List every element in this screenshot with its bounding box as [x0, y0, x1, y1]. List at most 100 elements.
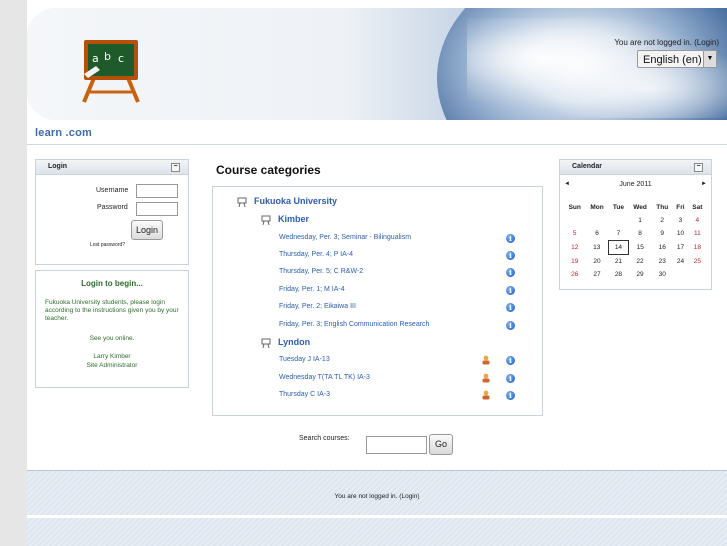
course-link[interactable]: Friday, Per. 1; M IA-4 — [279, 286, 345, 293]
calendar-day[interactable]: 26 — [564, 268, 585, 281]
info-icon[interactable]: i — [506, 234, 515, 243]
course-link[interactable]: Wednesday T(TA TL TK) IA-3 — [279, 374, 370, 381]
calendar-day — [564, 214, 585, 227]
calendar-day[interactable]: 25 — [688, 255, 706, 269]
collapse-icon[interactable]: − — [694, 163, 703, 172]
calendar-day[interactable]: 22 — [628, 255, 651, 269]
calendar-week: 5 6 7 8 9 10 11 — [564, 227, 707, 241]
info-icon[interactable]: i — [506, 374, 515, 383]
welcome-title: Login to begin... — [81, 279, 143, 288]
course-link[interactable]: Thursday, Per. 4; P IA-4 — [279, 251, 353, 258]
footer-login-link[interactable]: (Login) — [399, 493, 419, 500]
calendar-title: Calendar — [572, 163, 602, 170]
calendar-day — [585, 214, 608, 227]
calendar-day[interactable]: 3 — [673, 214, 689, 227]
calendar-day[interactable]: 19 — [564, 255, 585, 269]
calendar-day — [609, 214, 629, 227]
calendar-week: 1234 — [564, 214, 707, 227]
language-value: English (en) — [643, 54, 702, 66]
calendar-week: 26 27 28 29 30 — [564, 268, 707, 281]
calendar-week: 19 20 21 22 23 24 25 — [564, 255, 707, 269]
collapse-icon[interactable]: − — [171, 163, 180, 172]
calendar-day[interactable]: 18 — [688, 241, 706, 255]
calendar-day[interactable]: 30 — [652, 268, 673, 281]
calendar-month: June 2011 — [619, 181, 652, 188]
calendar-day-header: Sun — [568, 203, 581, 211]
course-link[interactable]: Tuesday J IA-13 — [279, 356, 330, 363]
calendar-day[interactable]: 12 — [564, 241, 585, 255]
chevron-down-icon: ▼ — [703, 51, 716, 67]
svg-text:a: a — [92, 52, 99, 65]
calendar-day[interactable]: 28 — [609, 268, 629, 281]
category-icon — [261, 215, 271, 225]
calendar-day[interactable]: 6 — [585, 227, 608, 241]
password-input[interactable] — [136, 202, 178, 216]
language-select[interactable]: English (en) ▼ — [637, 50, 717, 68]
category-fukuoka-university[interactable]: Fukuoka University — [254, 196, 337, 206]
calendar-day[interactable]: 16 — [652, 241, 673, 255]
teacher-icon — [482, 355, 490, 365]
calendar-day[interactable]: 10 — [673, 227, 689, 241]
username-input[interactable] — [136, 184, 178, 198]
course-link[interactable]: Friday, Per. 3; English Communication Re… — [279, 321, 429, 328]
course-link[interactable]: Thursday C IA-3 — [279, 391, 330, 398]
calendar-day[interactable]: 7 — [609, 227, 629, 241]
category-lyndon[interactable]: Lyndon — [278, 337, 310, 347]
info-icon[interactable]: i — [506, 356, 515, 365]
page-title: Course categories — [216, 163, 321, 177]
navbar: learn .com — [27, 124, 727, 145]
info-icon[interactable]: i — [506, 268, 515, 277]
calendar-day-header: Tue — [612, 203, 624, 211]
teacher-icon — [482, 390, 490, 400]
search-input[interactable] — [366, 436, 427, 454]
calendar-day[interactable]: 4 — [688, 214, 706, 227]
info-icon[interactable]: i — [506, 391, 515, 400]
calendar-day[interactable]: 11 — [688, 227, 706, 241]
calendar-day-header: Wed — [633, 203, 647, 211]
calendar-day[interactable]: 20 — [585, 255, 608, 269]
login-block-header: Login − — [36, 160, 188, 175]
calendar-day[interactable]: 2 — [652, 214, 673, 227]
calendar-week: 12 13 14 15 16 17 18 — [564, 240, 707, 255]
calendar-day[interactable]: 27 — [585, 268, 608, 281]
calendar-day — [673, 268, 689, 281]
welcome-block: Login to begin... Fukuoka University stu… — [35, 270, 189, 388]
calendar-header: Calendar − — [560, 160, 711, 175]
go-button[interactable]: Go — [429, 434, 453, 455]
calendar-day[interactable]: 1 — [628, 214, 651, 227]
welcome-text: Fukuoka University students, please logi… — [45, 299, 179, 322]
course-link[interactable]: Wednesday, Per. 3; Seminar - Bilingualis… — [279, 234, 411, 241]
calendar-day[interactable]: 13 — [585, 241, 608, 255]
calendar-day — [688, 268, 706, 281]
calendar-day[interactable]: 21 — [609, 255, 629, 269]
calendar-day[interactable]: 5 — [564, 227, 585, 241]
info-icon[interactable]: i — [506, 321, 515, 330]
calendar-day[interactable]: 29 — [628, 268, 651, 281]
calendar-day[interactable]: 14 — [608, 240, 629, 255]
login-status-text: You are not logged in. — [614, 38, 692, 47]
calendar-day[interactable]: 24 — [673, 255, 689, 269]
info-icon[interactable]: i — [506, 286, 515, 295]
calendar-day[interactable]: 9 — [652, 227, 673, 241]
course-link[interactable]: Thursday, Per. 5; C R&W-2 — [279, 268, 363, 275]
login-button[interactable]: Login — [131, 220, 163, 240]
category-icon — [237, 197, 247, 207]
chalkboard-logo-icon: a b c — [82, 40, 140, 103]
lost-password-link[interactable]: Lost password? — [90, 242, 125, 248]
info-icon[interactable]: i — [506, 251, 515, 260]
info-icon[interactable]: i — [506, 303, 515, 312]
calendar-day-header: Thu — [656, 203, 669, 211]
calendar-day[interactable]: 23 — [652, 255, 673, 269]
next-month-icon[interactable]: ► — [701, 181, 707, 187]
search-label: Search courses: — [299, 435, 350, 442]
calendar-day[interactable]: 15 — [628, 241, 651, 255]
calendar-day[interactable]: 17 — [673, 241, 689, 255]
site-home-link[interactable]: learn .com — [35, 127, 92, 139]
category-list: Fukuoka University Kimber Wednesday, Per… — [212, 186, 543, 416]
teacher-icon — [482, 373, 490, 383]
footer: You are not logged in. (Login) — [27, 470, 727, 546]
calendar-day[interactable]: 8 — [628, 227, 651, 241]
category-kimber[interactable]: Kimber — [278, 214, 309, 224]
course-link[interactable]: Friday, Per. 2; Eikaiwa III — [279, 303, 356, 310]
header-login-link[interactable]: (Login) — [694, 38, 719, 47]
